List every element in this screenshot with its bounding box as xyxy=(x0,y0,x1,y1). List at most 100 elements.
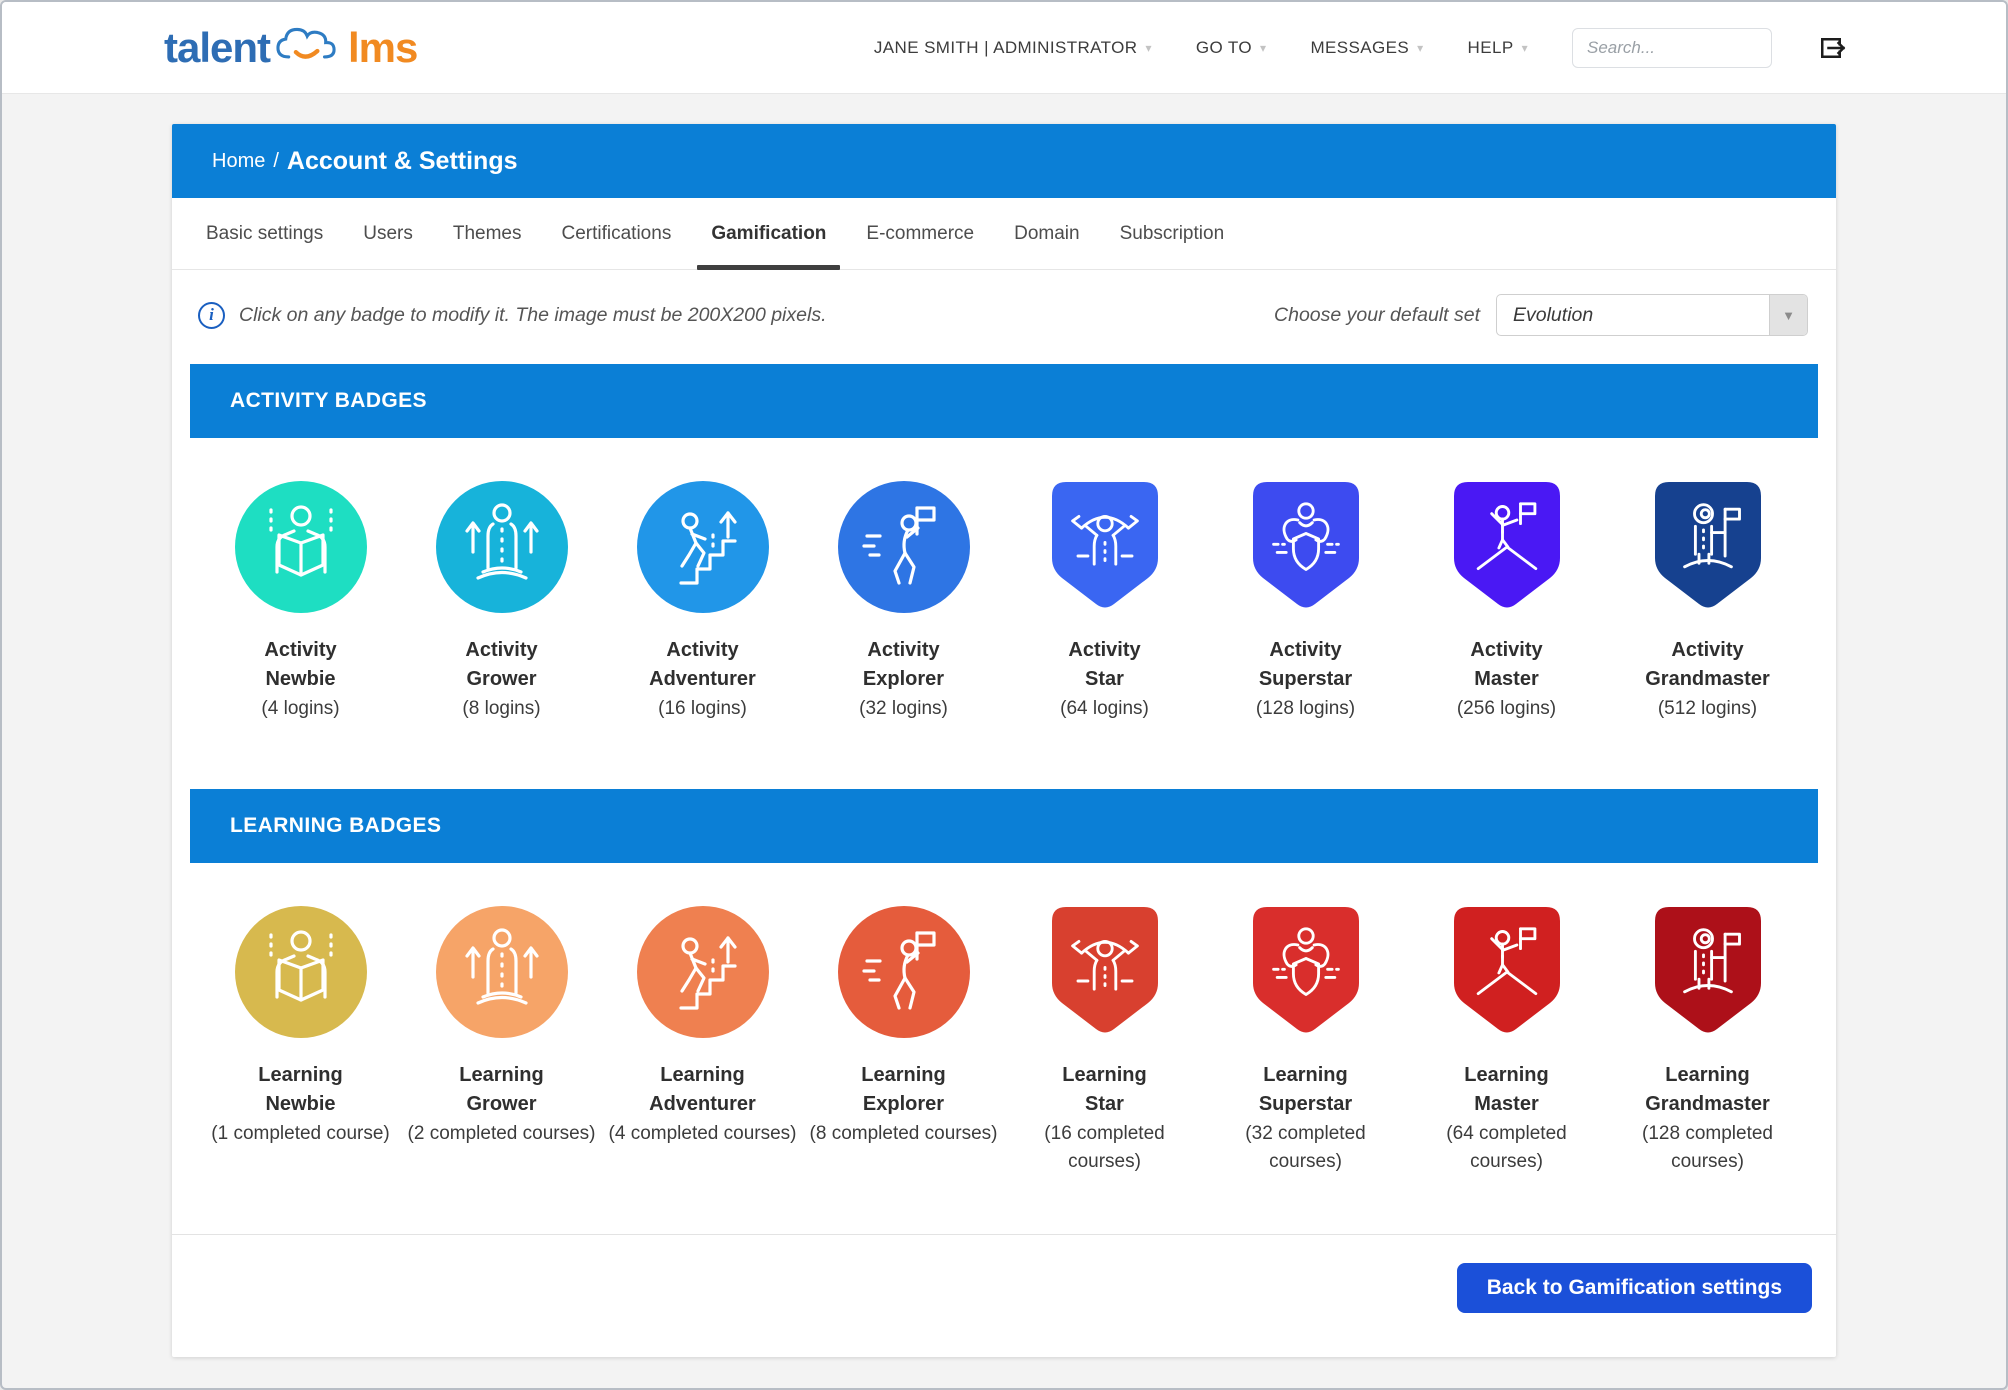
badge-name-line1: Learning xyxy=(1406,1061,1607,1090)
select-arrow-icon: ▼ xyxy=(1769,295,1807,335)
badge-count: (16 completed courses) xyxy=(1010,1120,1200,1176)
badge[interactable]: Learning Grower (2 completed courses) xyxy=(401,905,602,1176)
badge-name-line2: Star xyxy=(1004,1090,1205,1119)
badge-image xyxy=(602,480,803,614)
badge[interactable]: Activity Explorer (32 logins) xyxy=(803,480,1004,723)
badge-count: (32 completed courses) xyxy=(1211,1120,1401,1176)
badge[interactable]: Activity Star (64 logins) xyxy=(1004,480,1205,723)
badge[interactable]: Activity Master (256 logins) xyxy=(1406,480,1607,723)
badge-image xyxy=(200,905,401,1039)
badge[interactable]: Learning Master (64 completed courses) xyxy=(1406,905,1607,1176)
breadcrumb: Home / Account & Settings xyxy=(172,124,1836,198)
badge-count: (8 logins) xyxy=(407,695,597,723)
badge-name-line2: Grower xyxy=(401,665,602,694)
chevron-down-icon: ▾ xyxy=(1260,41,1266,55)
card-footer: Back to Gamification settings xyxy=(172,1234,1836,1357)
talentlms-app-window: talent lms JANE SMITH | ADMINISTRATOR ▾ … xyxy=(0,0,2008,1390)
badge-name-line2: Grandmaster xyxy=(1607,1090,1808,1119)
badge-count: (128 completed courses) xyxy=(1613,1120,1803,1176)
badge-name-line1: Learning xyxy=(1607,1061,1808,1090)
badge-name-line1: Learning xyxy=(401,1061,602,1090)
tab-subscription[interactable]: Subscription xyxy=(1100,198,1245,269)
settings-tabs: Basic settings Users Themes Certificatio… xyxy=(172,198,1836,270)
activity-badges-header: ACTIVITY BADGES xyxy=(190,364,1818,438)
badge-name-line2: Explorer xyxy=(803,665,1004,694)
info-row: i Click on any badge to modify it. The i… xyxy=(172,270,1836,356)
badge-count: (128 logins) xyxy=(1211,695,1401,723)
nav-messages[interactable]: MESSAGES ▾ xyxy=(1310,38,1423,58)
badge-count: (4 logins) xyxy=(206,695,396,723)
top-navigation: JANE SMITH | ADMINISTRATOR ▾ GO TO ▾ MES… xyxy=(874,28,1846,68)
section-title: LEARNING BADGES xyxy=(230,814,441,838)
info-icon: i xyxy=(198,302,225,329)
chevron-down-icon: ▾ xyxy=(1145,41,1151,55)
badge-name-line1: Activity xyxy=(803,636,1004,665)
section-title: ACTIVITY BADGES xyxy=(230,389,427,413)
default-set-label: Choose your default set xyxy=(1274,304,1480,327)
default-set-select[interactable]: Evolution ▼ xyxy=(1496,294,1808,336)
badge-name-line1: Activity xyxy=(1004,636,1205,665)
tab-basic-settings[interactable]: Basic settings xyxy=(186,198,343,269)
badge[interactable]: Learning Adventurer (4 completed courses… xyxy=(602,905,803,1176)
learning-badges-header: LEARNING BADGES xyxy=(190,789,1818,863)
badge[interactable]: Activity Adventurer (16 logins) xyxy=(602,480,803,723)
nav-go-to[interactable]: GO TO ▾ xyxy=(1196,38,1267,58)
badge-name-line1: Learning xyxy=(1205,1061,1406,1090)
badge-name-line2: Master xyxy=(1406,1090,1607,1119)
badge[interactable]: Activity Newbie (4 logins) xyxy=(200,480,401,723)
badge-name-line1: Learning xyxy=(602,1061,803,1090)
badge-name-line2: Newbie xyxy=(200,665,401,694)
tab-e-commerce[interactable]: E-commerce xyxy=(846,198,994,269)
nav-messages-label: MESSAGES xyxy=(1310,38,1409,58)
nav-go-to-label: GO TO xyxy=(1196,38,1252,58)
badge[interactable]: Learning Grandmaster (128 completed cour… xyxy=(1607,905,1808,1176)
badge[interactable]: Activity Grandmaster (512 logins) xyxy=(1607,480,1808,723)
logo-text-talent: talent xyxy=(164,24,270,72)
nav-help[interactable]: HELP ▾ xyxy=(1468,38,1528,58)
badge-name-line2: Superstar xyxy=(1205,1090,1406,1119)
logout-icon[interactable] xyxy=(1816,33,1846,63)
badge-count: (4 completed courses) xyxy=(608,1120,798,1148)
badge-name-line1: Activity xyxy=(602,636,803,665)
badge-name-line2: Grandmaster xyxy=(1607,665,1808,694)
badge-help-text: Click on any badge to modify it. The ima… xyxy=(239,304,827,327)
tab-gamification[interactable]: Gamification xyxy=(691,198,846,269)
badge-image xyxy=(200,480,401,614)
breadcrumb-home-link[interactable]: Home xyxy=(212,150,265,173)
badge[interactable]: Activity Superstar (128 logins) xyxy=(1205,480,1406,723)
badge-image xyxy=(1004,480,1205,614)
badge[interactable]: Learning Superstar (32 completed courses… xyxy=(1205,905,1406,1176)
badge[interactable]: Learning Newbie (1 completed course) xyxy=(200,905,401,1176)
badge-name-line1: Learning xyxy=(200,1061,401,1090)
badge-count: (64 logins) xyxy=(1010,695,1200,723)
badge[interactable]: Learning Explorer (8 completed courses) xyxy=(803,905,1004,1176)
badge-image xyxy=(1607,480,1808,614)
talentlms-logo[interactable]: talent lms xyxy=(164,20,417,75)
badge-image xyxy=(1607,905,1808,1039)
user-menu[interactable]: JANE SMITH | ADMINISTRATOR ▾ xyxy=(874,38,1152,58)
tab-users[interactable]: Users xyxy=(343,198,433,269)
breadcrumb-separator: / xyxy=(273,150,279,173)
badge-name-line2: Master xyxy=(1406,665,1607,694)
badge-name-line1: Activity xyxy=(401,636,602,665)
badge-count: (256 logins) xyxy=(1412,695,1602,723)
back-to-gamification-button[interactable]: Back to Gamification settings xyxy=(1457,1263,1812,1313)
badge-name-line1: Activity xyxy=(200,636,401,665)
badge[interactable]: Learning Star (16 completed courses) xyxy=(1004,905,1205,1176)
logo-text-lms: lms xyxy=(348,24,417,72)
tab-certifications[interactable]: Certifications xyxy=(542,198,692,269)
cloud-smile-icon xyxy=(270,20,348,75)
badge-count: (8 completed courses) xyxy=(809,1120,999,1148)
badge-image xyxy=(401,905,602,1039)
user-menu-label: JANE SMITH | ADMINISTRATOR xyxy=(874,38,1138,58)
badge-count: (2 completed courses) xyxy=(407,1120,597,1148)
badge-count: (64 completed courses) xyxy=(1412,1120,1602,1176)
learning-badges-grid: Learning Newbie (1 completed course) Lea… xyxy=(172,863,1836,1234)
page-title: Account & Settings xyxy=(287,147,518,176)
badge[interactable]: Activity Grower (8 logins) xyxy=(401,480,602,723)
top-bar: talent lms JANE SMITH | ADMINISTRATOR ▾ … xyxy=(2,2,2006,94)
search-input[interactable] xyxy=(1572,28,1772,68)
activity-badges-grid: Activity Newbie (4 logins) Activity Grow… xyxy=(172,438,1836,781)
tab-domain[interactable]: Domain xyxy=(994,198,1099,269)
tab-themes[interactable]: Themes xyxy=(433,198,542,269)
